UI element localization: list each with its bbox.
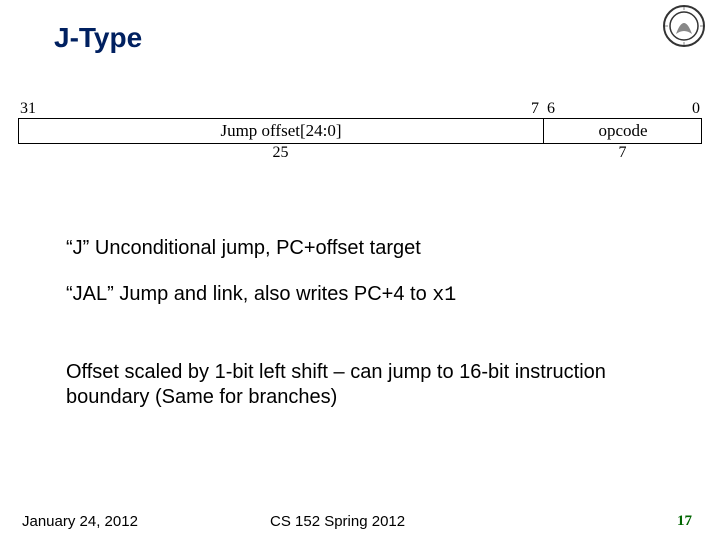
instruction-format-diagram: 31 7 6 0 Jump offset[24:0] opcode 25 7 bbox=[18, 100, 702, 162]
text-jal-prefix: “JAL” Jump and link, also writes PC+4 to bbox=[66, 283, 432, 305]
bit-label-31: 31 bbox=[18, 100, 531, 118]
text-jal-description: “JAL” Jump and link, also writes PC+4 to… bbox=[66, 282, 456, 308]
text-offset-note: Offset scaled by 1‑bit left shift – can … bbox=[66, 360, 646, 410]
width-opcode: 7 bbox=[543, 144, 702, 162]
text-jal-register: x1 bbox=[432, 284, 456, 307]
field-boxes: Jump offset[24:0] opcode bbox=[18, 118, 702, 144]
field-jump-offset: Jump offset[24:0] bbox=[19, 119, 544, 143]
width-jump-offset: 25 bbox=[18, 144, 543, 162]
footer-date: January 24, 2012 bbox=[22, 513, 138, 530]
slide-title: J-Type bbox=[54, 22, 142, 54]
seal-icon bbox=[662, 4, 706, 48]
footer-page-number: 17 bbox=[677, 513, 692, 530]
field-width-row: 25 7 bbox=[18, 144, 702, 162]
bit-index-row: 31 7 6 0 bbox=[18, 100, 702, 118]
bit-label-7: 7 bbox=[531, 100, 543, 118]
footer-course: CS 152 Spring 2012 bbox=[270, 513, 405, 530]
slide: J-Type 31 7 6 0 Jump offset bbox=[0, 0, 720, 540]
field-opcode: opcode bbox=[544, 119, 702, 143]
text-j-description: “J” Unconditional jump, PC+offset target bbox=[66, 236, 421, 261]
bit-label-6: 6 bbox=[543, 100, 555, 118]
bit-label-0: 0 bbox=[555, 100, 702, 118]
